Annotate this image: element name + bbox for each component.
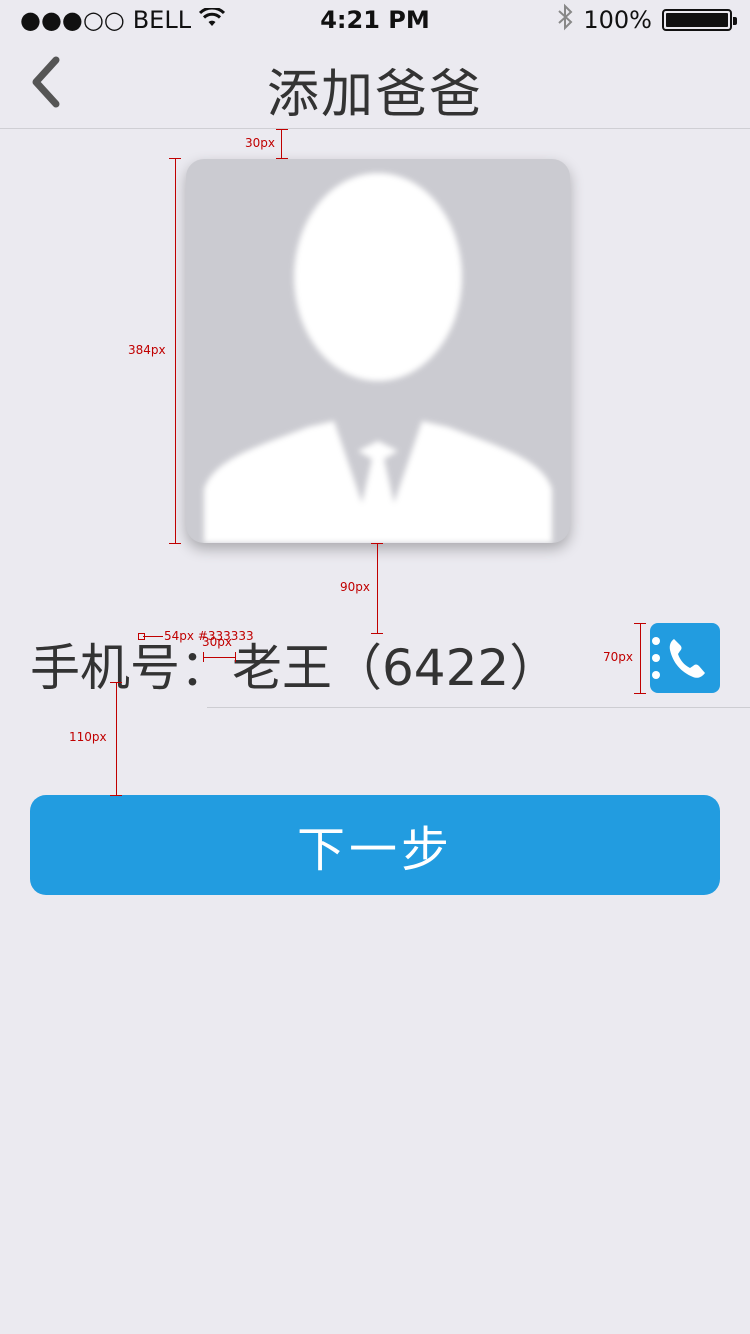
annotation-line [175,158,176,543]
phone-value[interactable]: 老王（6422） [232,628,559,700]
annotation-colon-gap: 30px [202,635,232,649]
annotation-top-gap: 30px [245,136,275,150]
next-step-button[interactable]: 下一步 [30,795,720,895]
battery-icon [662,9,737,31]
status-bar: ●●●○○ BELL 4:21 PM 100% [0,0,750,40]
annotation-line [116,682,117,796]
avatar-placeholder[interactable] [186,159,570,543]
annotation-line [377,543,378,634]
battery-fill [666,13,728,27]
contact-picker-button[interactable] [650,623,720,693]
annotation-button-gap: 110px [69,730,107,744]
annotation-avatar-gap: 90px [340,580,370,594]
annotation-avatar-size: 384px [128,343,166,357]
page-title: 添加爸爸 [266,65,483,125]
phone-row-divider [207,707,750,708]
annotation-line [281,129,282,159]
person-silhouette-icon [204,173,552,543]
annotation-line [640,623,641,693]
annotation-line [203,657,236,658]
nav-divider [0,128,750,129]
bluetooth-icon [557,3,573,37]
annotation-icon-size: 70px [603,650,633,664]
status-right: 100% [557,3,737,37]
phone-book-icon [652,637,705,679]
battery-percent: 100% [583,6,652,34]
